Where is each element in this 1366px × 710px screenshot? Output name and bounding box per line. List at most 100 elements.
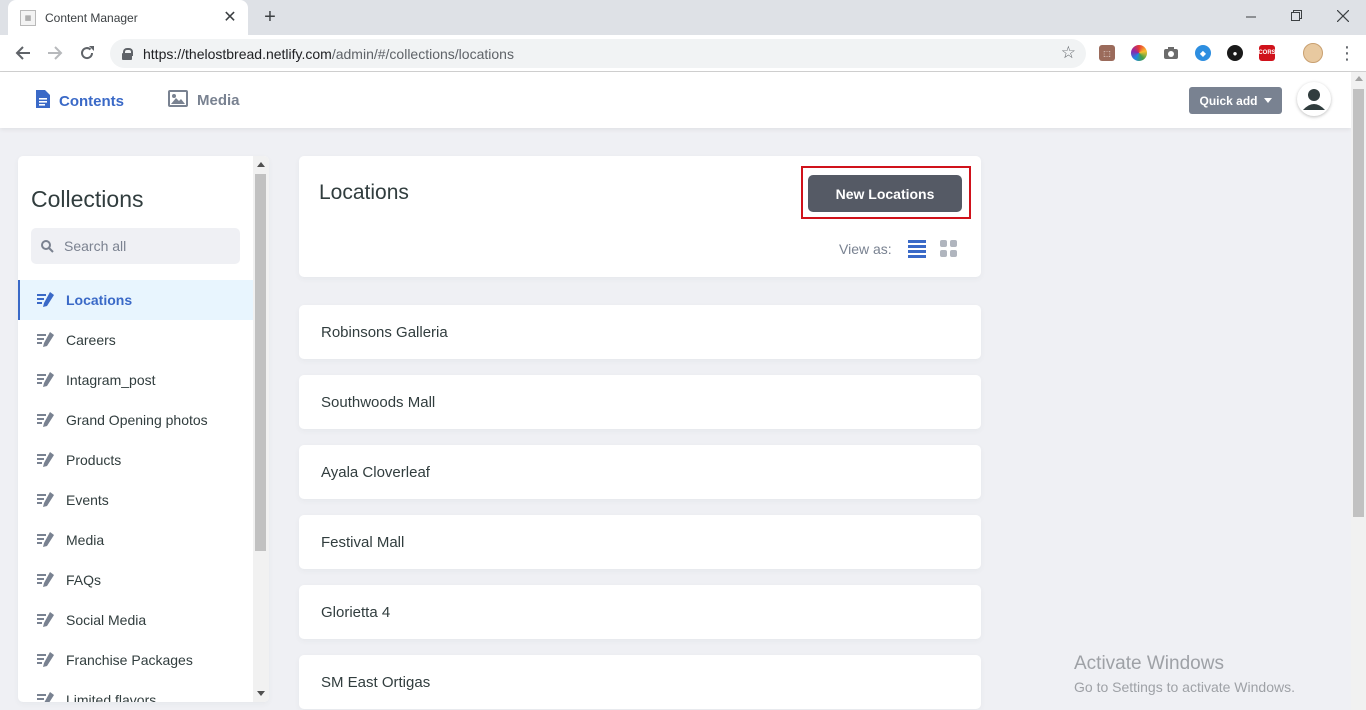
- nav-contents-label: Contents: [59, 92, 124, 110]
- url-text: https://thelostbread.netlify.com/admin/#…: [143, 45, 514, 62]
- dark-circle-extension-icon[interactable]: ●: [1227, 45, 1243, 61]
- sidebar-item-label: Franchise Packages: [66, 652, 193, 668]
- camera-extension-icon[interactable]: [1163, 45, 1179, 61]
- sidebar-item-label: Careers: [66, 332, 116, 348]
- collection-list: Locations Careers Intagram_post Grand Openi…: [18, 280, 253, 702]
- sidebar-item-label: Media: [66, 532, 105, 548]
- bookmark-star-icon[interactable]: ☆: [1061, 44, 1076, 62]
- watermark-line-1: Activate Windows: [1074, 653, 1224, 674]
- back-button[interactable]: [11, 41, 35, 65]
- close-window-icon: [1337, 10, 1349, 22]
- sidebar-item-label: Events: [66, 492, 109, 508]
- page-scrollbar[interactable]: [1351, 72, 1366, 710]
- collection-edit-icon: [37, 332, 54, 348]
- entry-card[interactable]: Glorietta 4: [299, 585, 981, 639]
- minimize-icon: [1245, 16, 1256, 17]
- grid-view-icon[interactable]: [939, 238, 959, 258]
- quick-add-label: Quick add: [1199, 93, 1258, 108]
- collection-edit-icon: [37, 452, 54, 468]
- document-icon: [36, 90, 50, 112]
- collection-edit-icon: [37, 412, 54, 428]
- browser-tab-bar: ▦ Content Manager ✕ +: [0, 0, 1366, 35]
- scroll-down-icon[interactable]: [257, 691, 265, 696]
- sidebar-item-faqs[interactable]: FAQs: [18, 560, 253, 600]
- sidebar-item-grand-opening-photos[interactable]: Grand Opening photos: [18, 400, 253, 440]
- cors-extension-icon[interactable]: CORS: [1258, 45, 1276, 61]
- sidebar-item-label: Intagram_post: [66, 372, 156, 388]
- collection-edit-icon: [37, 372, 54, 388]
- sidebar-item-label: Products: [66, 452, 122, 468]
- color-picker-extension-icon[interactable]: [1131, 45, 1147, 61]
- collection-title: Locations: [319, 181, 409, 204]
- close-tab-icon[interactable]: ✕: [222, 9, 238, 26]
- entry-card[interactable]: Southwoods Mall: [299, 375, 981, 429]
- sidebar-item-products[interactable]: Products: [18, 440, 253, 480]
- watermark-line-2: Go to Settings to activate Windows.: [1074, 679, 1295, 695]
- collection-search[interactable]: [31, 228, 240, 264]
- sidebar-item-events[interactable]: Events: [18, 480, 253, 520]
- new-tab-button[interactable]: +: [259, 6, 281, 28]
- page-scrollbar-thumb[interactable]: [1353, 89, 1364, 517]
- entry-card[interactable]: Festival Mall: [299, 515, 981, 569]
- browser-toolbar: https://thelostbread.netlify.com/admin/#…: [0, 35, 1366, 72]
- nav-media[interactable]: Media: [168, 90, 240, 111]
- collection-edit-icon: [37, 692, 54, 702]
- search-icon: [41, 239, 54, 253]
- sidebar-item-careers[interactable]: Careers: [18, 320, 253, 360]
- collection-top-bar: Locations New Locations View as:: [299, 156, 981, 277]
- sidebar-item-locations[interactable]: Locations: [18, 280, 253, 320]
- scroll-up-icon[interactable]: [257, 162, 265, 167]
- reload-icon: [81, 46, 94, 60]
- sidebar-item-intagram-post[interactable]: Intagram_post: [18, 360, 253, 400]
- collection-edit-icon: [37, 292, 54, 308]
- windows-activation-watermark: Activate Windows Go to Settings to activ…: [1074, 653, 1295, 695]
- sidebar-item-media[interactable]: Media: [18, 520, 253, 560]
- tab-title: Content Manager: [45, 10, 138, 25]
- browser-menu-icon[interactable]: ⋮: [1338, 42, 1356, 64]
- forward-button[interactable]: [43, 41, 67, 65]
- sidebar-item-social-media[interactable]: Social Media: [18, 600, 253, 640]
- sidebar-item-label: Grand Opening photos: [66, 412, 208, 428]
- quick-add-button[interactable]: Quick add: [1189, 87, 1282, 114]
- sidebar-scrollbar[interactable]: [253, 156, 269, 702]
- user-avatar-button[interactable]: [1297, 82, 1331, 116]
- address-bar[interactable]: https://thelostbread.netlify.com/admin/#…: [110, 39, 1086, 68]
- collection-edit-icon: [37, 532, 54, 548]
- sidebar-item-label: FAQs: [66, 572, 102, 588]
- reload-button[interactable]: [75, 41, 99, 65]
- user-avatar-icon: [1303, 89, 1325, 110]
- nav-contents[interactable]: Contents: [36, 90, 124, 112]
- browser-tab[interactable]: ▦ Content Manager ✕: [8, 0, 248, 35]
- close-window-button[interactable]: [1320, 0, 1366, 32]
- list-view-icon[interactable]: [907, 238, 927, 258]
- sidebar-item-limited-flavors[interactable]: Limited flavors: [18, 680, 253, 702]
- image-icon: [168, 90, 188, 111]
- scroll-up-icon[interactable]: [1355, 76, 1363, 81]
- collection-edit-icon: [37, 492, 54, 508]
- sidebar-scrollbar-thumb[interactable]: [255, 174, 266, 551]
- restore-window-button[interactable]: [1274, 0, 1320, 32]
- back-arrow-icon: [15, 46, 30, 60]
- sidebar-item-label: Limited flavors: [66, 692, 157, 702]
- collection-edit-icon: [37, 612, 54, 628]
- pdf-extension-icon[interactable]: ⬚: [1099, 45, 1115, 61]
- browser-profile-avatar[interactable]: [1303, 43, 1323, 63]
- search-input[interactable]: [64, 238, 234, 254]
- entry-card[interactable]: Ayala Cloverleaf: [299, 445, 981, 499]
- caret-down-icon: [1263, 98, 1272, 103]
- collections-sidebar: Collections Locations Careers Intagram_pos…: [18, 156, 269, 702]
- sidebar-title: Collections: [31, 186, 144, 212]
- sidebar-item-franchise-packages[interactable]: Franchise Packages: [18, 640, 253, 680]
- minimize-window-button[interactable]: [1228, 0, 1274, 32]
- restore-icon: [1291, 10, 1302, 21]
- collection-edit-icon: [37, 572, 54, 588]
- entry-card[interactable]: SM East Ortigas: [299, 655, 981, 709]
- forward-arrow-icon: [48, 46, 63, 60]
- app-header: Contents Media Quick add: [0, 72, 1351, 128]
- entry-card[interactable]: Robinsons Galleria: [299, 305, 981, 359]
- new-locations-button[interactable]: New Locations: [808, 175, 962, 212]
- collection-edit-icon: [37, 652, 54, 668]
- blue-drop-extension-icon[interactable]: ◆: [1195, 45, 1211, 61]
- sidebar-item-label: Locations: [66, 292, 133, 308]
- site-favicon-icon: ▦: [20, 9, 36, 26]
